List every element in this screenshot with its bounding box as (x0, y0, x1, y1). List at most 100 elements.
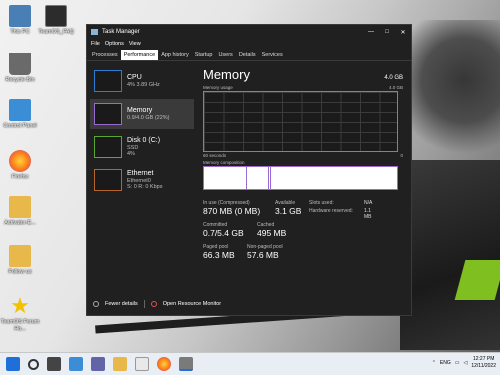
desktop-icon-activator[interactable]: Activator-E... (0, 196, 40, 227)
tab-services[interactable]: Services (259, 50, 286, 60)
menu-view[interactable]: View (129, 41, 141, 47)
system-tray: ⌃ ENG ▭ ◁ 12:27 PM 12/11/2022 (432, 356, 496, 370)
in-use-value: 870 MB (0 MB) (203, 206, 261, 216)
control-panel-icon (9, 99, 31, 121)
desktop-icon-label: Control Panel (3, 123, 37, 129)
search-icon[interactable] (28, 358, 39, 370)
menu-options[interactable]: Options (105, 41, 124, 47)
device-name: CPU (127, 73, 142, 81)
tab-app-history[interactable]: App history (158, 50, 192, 60)
title-bar[interactable]: Task Manager — □ ✕ (87, 25, 411, 39)
disk-sparkline (94, 136, 122, 158)
task-manager-window: Task Manager — □ ✕ File Options View Pro… (86, 24, 412, 316)
open-resource-monitor-link[interactable]: Open Resource Monitor (163, 301, 221, 307)
tab-startup[interactable]: Startup (192, 50, 216, 60)
device-name: Memory (127, 106, 153, 114)
desktop-icon-teamos-faq[interactable]: TeamOS_FAQ (36, 5, 76, 36)
desktop-icon-label: TeamOS_FAQ (38, 29, 74, 35)
memory-capacity: 4.0 GB (384, 75, 403, 81)
minimize-button[interactable]: — (363, 29, 379, 35)
tab-bar: Processes Performance App history Startu… (87, 49, 411, 61)
recycle-bin-icon (9, 53, 31, 75)
device-name: Disk 0 (C:) (127, 136, 161, 144)
menu-bar: File Options View (87, 39, 411, 49)
desktop-icon-firefox[interactable]: Firefox (0, 150, 40, 181)
memory-sparkline (94, 103, 122, 125)
usage-max: 4.0 GB (388, 85, 403, 90)
divider (143, 300, 145, 308)
slots-value: N/A (364, 200, 373, 206)
desktop-icon-follow-us[interactable]: Follow us (0, 245, 40, 276)
desktop-icon-label: Recycle Bin (5, 77, 35, 83)
wallpaper-figure (410, 20, 500, 170)
available-value: 3.1 GB (275, 206, 302, 216)
clock-time: 12:27 PM (472, 356, 495, 362)
device-cpu[interactable]: CPU 4% 3.89 GHz (90, 66, 194, 96)
device-memory[interactable]: Memory 0.9/4.0 GB (22%) (90, 99, 194, 129)
windows-start-icon[interactable] (6, 357, 20, 371)
firefox-icon[interactable] (157, 357, 171, 371)
memory-usage-graph (203, 91, 398, 152)
chevron-up-icon (93, 301, 99, 307)
language-indicator[interactable]: ENG (440, 360, 451, 366)
maximize-button[interactable]: □ (379, 29, 395, 35)
device-disk[interactable]: Disk 0 (C:) SSD 4% (90, 132, 194, 162)
footer: Fewer details Open Resource Monitor (87, 293, 411, 315)
chat-icon[interactable] (91, 357, 105, 371)
desktop-icon-this-pc[interactable]: This PC (0, 5, 40, 36)
menu-file[interactable]: File (91, 41, 100, 47)
star-icon: ★ (10, 293, 30, 318)
device-name: Ethernet (127, 169, 154, 177)
fewer-details-link[interactable]: Fewer details (105, 301, 138, 307)
committed-value: 0.7/5.4 GB (203, 228, 244, 238)
tab-users[interactable]: Users (215, 50, 235, 60)
resource-monitor-icon (150, 301, 157, 307)
tab-performance[interactable]: Performance (120, 50, 159, 60)
hardware-reserved-label: Hardware reserved: (309, 208, 353, 214)
window-title: Task Manager (102, 29, 140, 35)
composition-label: Memory composition (203, 160, 245, 165)
memory-title: Memory (203, 67, 250, 82)
desktop-icon-control-panel[interactable]: Control Panel (0, 99, 40, 130)
volume-icon[interactable]: ◁ (463, 360, 467, 366)
memory-panel: Memory 4.0 GB Memory usage 4.0 GB 60 sec… (203, 67, 403, 280)
chevron-up-icon[interactable]: ⌃ (432, 360, 436, 366)
usage-label: Memory usage (203, 85, 233, 90)
memory-composition-bar (203, 166, 398, 190)
desktop-icon-label: TeamOS Forum Ho... (0, 319, 40, 332)
document-icon (45, 5, 67, 27)
widgets-icon[interactable] (69, 357, 83, 371)
folder-icon (9, 245, 31, 267)
desktop-icon-label: Follow us (8, 269, 32, 275)
desktop-icon-label: Firefox (11, 174, 29, 180)
computer-icon (9, 5, 31, 27)
hardware-reserved-value: 1.1 MB (364, 208, 372, 220)
nonpaged-pool-value: 57.6 MB (247, 250, 279, 260)
desktop-icon-teamos-forum[interactable]: ★ TeamOS Forum Ho... (0, 295, 40, 333)
close-button[interactable]: ✕ (395, 29, 411, 36)
cached-value: 495 MB (257, 228, 287, 238)
device-detail: 0.9/4.0 GB (22%) (127, 114, 170, 121)
cpu-sparkline (94, 70, 122, 92)
tab-processes[interactable]: Processes (89, 50, 121, 60)
time-right-label: 0 (400, 153, 403, 158)
file-explorer-icon[interactable] (113, 357, 127, 371)
desktop-icon-label: This PC (10, 29, 30, 35)
clock[interactable]: 12:27 PM 12/11/2022 (471, 356, 496, 370)
device-detail-2: S: 0 R: 0 Kbps (127, 184, 163, 190)
wallpaper-figure-body (400, 160, 500, 350)
ethernet-sparkline (94, 169, 122, 191)
device-list: CPU 4% 3.89 GHz Memory 0.9/4.0 GB (22%) … (87, 62, 197, 294)
clock-date: 12/11/2022 (471, 363, 496, 369)
time-left-label: 60 seconds (203, 153, 227, 158)
firefox-icon (9, 150, 31, 172)
device-detail: 4% 3.89 GHz (127, 81, 160, 88)
network-icon[interactable]: ▭ (455, 360, 460, 366)
device-ethernet[interactable]: Ethernet Ethernet0 S: 0 R: 0 Kbps (90, 165, 194, 195)
desktop-icon-recycle-bin[interactable]: Recycle Bin (0, 53, 40, 84)
store-icon[interactable] (135, 357, 149, 371)
task-view-icon[interactable] (47, 357, 61, 371)
task-manager-taskbar-icon[interactable] (179, 357, 193, 371)
tab-details[interactable]: Details (236, 50, 259, 60)
slots-label: Slots used: (309, 200, 334, 206)
